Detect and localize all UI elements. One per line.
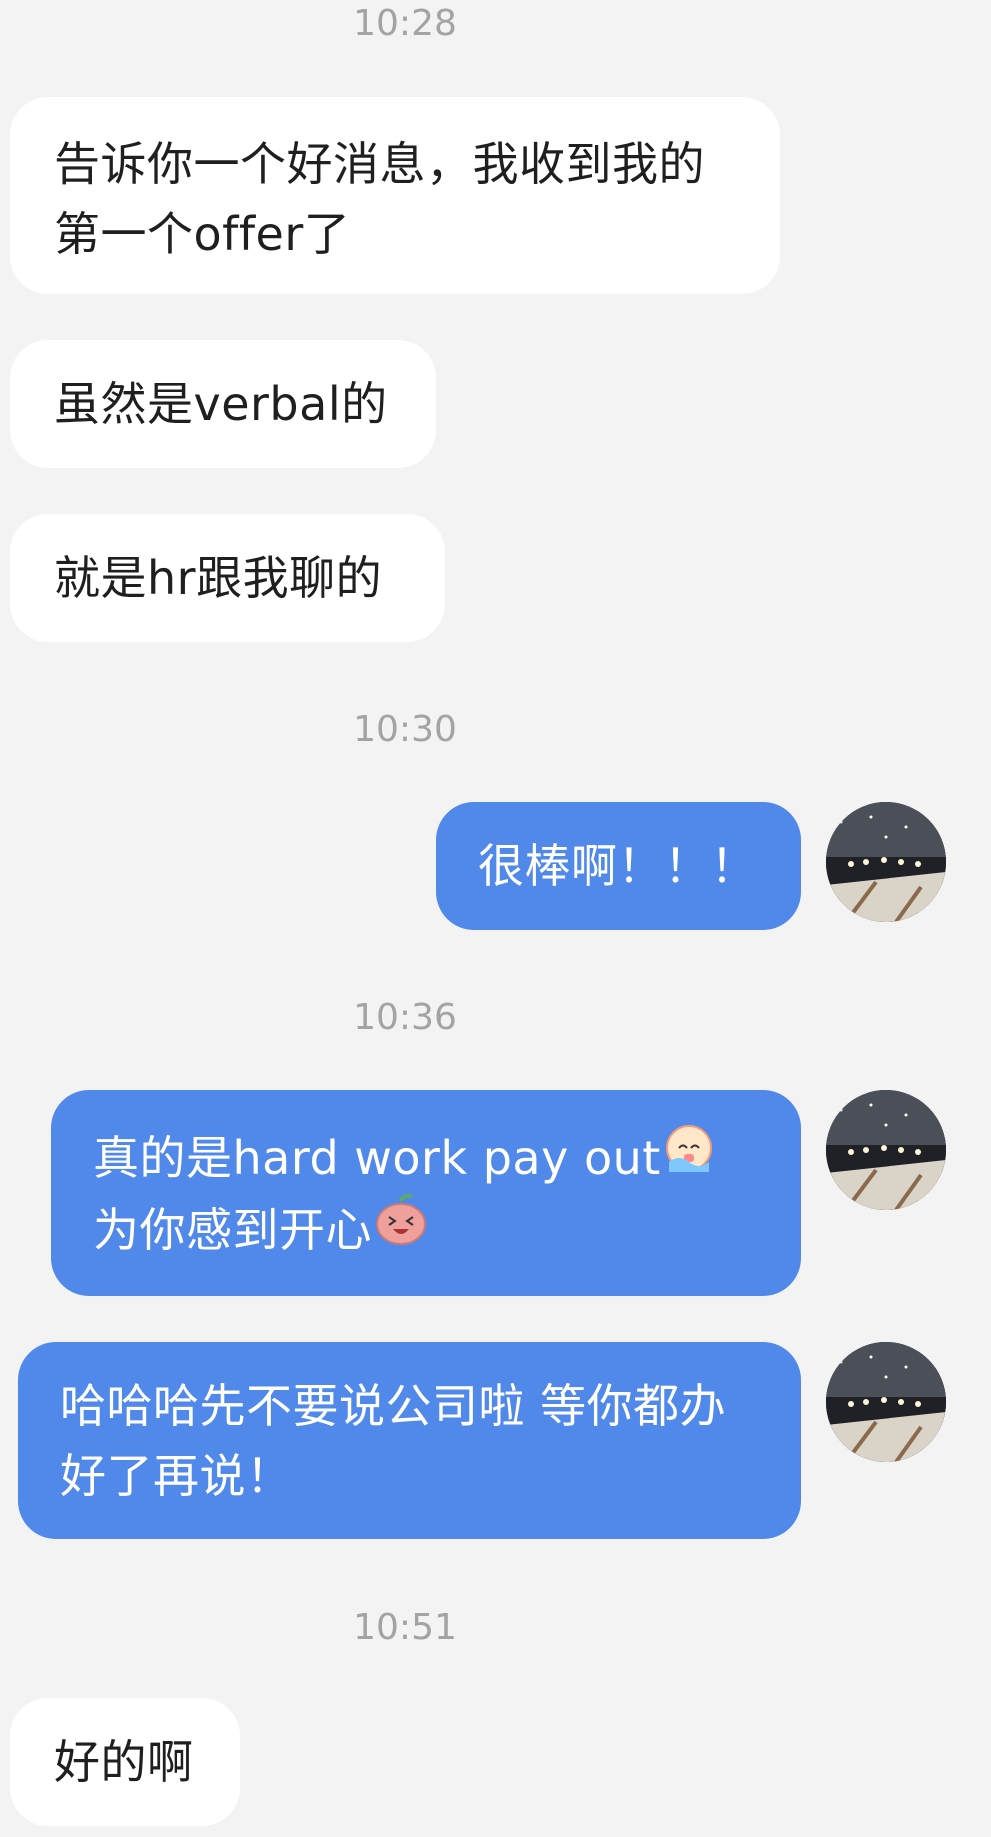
timestamp: 10:51	[353, 1607, 457, 1648]
incoming-message-bubble[interactable]: 告诉你一个好消息，我收到我的第一个offer了	[10, 97, 780, 294]
user-avatar[interactable]	[826, 1342, 946, 1462]
message-text: 告诉你一个好消息，我收到我的第一个offer了	[54, 137, 705, 261]
crying-emoji-icon	[661, 1120, 717, 1195]
message-text: 为你感到开心	[93, 1203, 372, 1257]
user-avatar[interactable]	[826, 1090, 946, 1210]
incoming-message-bubble[interactable]: 虽然是verbal的	[10, 340, 436, 468]
timestamp: 10:28	[353, 3, 457, 44]
avatar-photo-icon	[826, 1342, 946, 1462]
timestamp: 10:30	[353, 709, 457, 750]
incoming-message-bubble[interactable]: 好的啊	[10, 1698, 240, 1826]
outgoing-message-bubble[interactable]: 很棒啊！！！	[436, 802, 801, 930]
incoming-message-bubble[interactable]: 就是hr跟我聊的	[10, 514, 445, 642]
avatar-photo-icon	[826, 1090, 946, 1210]
message-text: 很棒啊！！！	[478, 839, 757, 893]
laughing-peach-emoji-icon	[372, 1191, 430, 1268]
message-text: 好的啊	[54, 1735, 194, 1789]
outgoing-message-bubble[interactable]: 真的是hard work pay out 为你感到开心	[51, 1090, 801, 1296]
timestamp: 10:36	[353, 997, 457, 1038]
message-text: 真的是hard work pay out	[93, 1131, 661, 1185]
user-avatar[interactable]	[826, 802, 946, 922]
outgoing-message-bubble[interactable]: 哈哈哈先不要说公司啦 等你都办好了再说！	[18, 1342, 801, 1539]
message-text: 虽然是verbal的	[54, 377, 388, 431]
avatar-photo-icon	[826, 802, 946, 922]
message-text: 哈哈哈先不要说公司啦 等你都办好了再说！	[60, 1379, 727, 1503]
message-text: 就是hr跟我聊的	[54, 551, 383, 605]
